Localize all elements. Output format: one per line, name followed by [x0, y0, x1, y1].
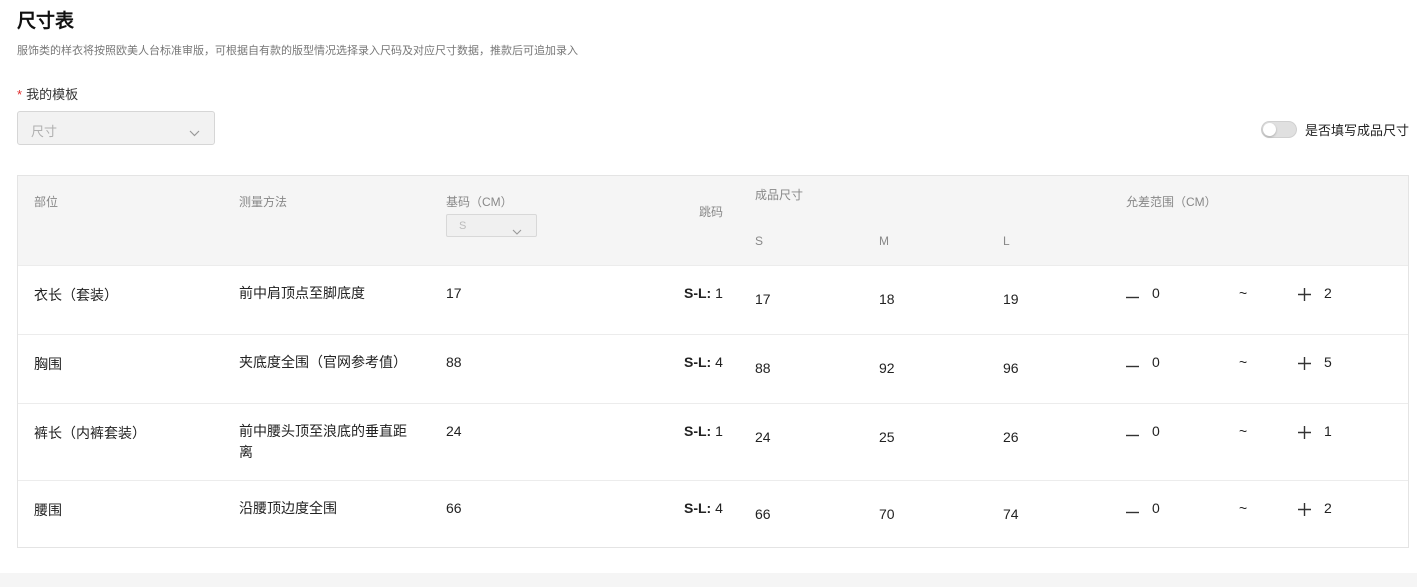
minus-icon[interactable]: [1126, 360, 1139, 378]
minus-icon[interactable]: [1126, 429, 1139, 447]
chevron-down-icon: [189, 124, 200, 142]
header-finished: 成品尺寸: [755, 188, 804, 202]
cell-size-l: 96: [1003, 360, 1019, 376]
header-jump: 跳码: [699, 205, 724, 219]
tolerance-minus-value: 0: [1152, 423, 1160, 439]
cell-size-s: 88: [755, 360, 771, 376]
cell-base: 66: [446, 500, 462, 516]
tolerance-plus-value: 2: [1324, 285, 1332, 301]
minus-icon[interactable]: [1126, 291, 1139, 309]
finished-size-toggle-label: 是否填写成品尺寸: [1304, 123, 1409, 138]
cell-jump: S-L: 4: [684, 500, 723, 516]
cell-jump: S-L: 1: [684, 285, 723, 301]
cell-size-m: 25: [879, 429, 895, 445]
tolerance-tilde: ~: [1239, 500, 1248, 516]
toggle-knob: [1262, 123, 1276, 136]
tolerance-plus-value: 2: [1324, 500, 1332, 516]
template-select[interactable]: 尺寸: [17, 111, 215, 145]
jump-value: 4: [715, 354, 723, 370]
cell-size-l: 19: [1003, 291, 1019, 307]
cell-base: 24: [446, 423, 462, 439]
cell-size-s: 66: [755, 506, 771, 522]
cell-base: 88: [446, 354, 462, 370]
plus-icon[interactable]: [1298, 426, 1311, 444]
required-mark: *: [17, 87, 23, 102]
table-row: 裤长（内裤套装） 前中腰头顶至浪底的垂直距离 24 S-L: 1 24 25 2…: [18, 403, 1408, 480]
plus-icon[interactable]: [1298, 503, 1311, 521]
tolerance-plus-value: 5: [1324, 354, 1332, 370]
table-row: 胸围 夹底度全围（官网参考值） 88 S-L: 4 88 92 96 0 ~ 5: [18, 334, 1408, 403]
tolerance-tilde: ~: [1239, 285, 1248, 301]
jump-label: S-L:: [684, 285, 712, 301]
cell-method: 夹底度全围（官网参考值）: [239, 354, 407, 370]
cell-jump: S-L: 1: [684, 423, 723, 439]
cell-size-s: 17: [755, 291, 771, 307]
cell-base: 17: [446, 285, 462, 301]
cell-method: 前中肩顶点至脚底度: [239, 285, 365, 301]
cell-size-m: 70: [879, 506, 895, 522]
finished-size-toggle[interactable]: [1260, 121, 1297, 138]
base-size-select-value: S: [459, 220, 467, 232]
cell-method: 沿腰顶边度全围: [239, 500, 337, 516]
tolerance-tilde: ~: [1239, 354, 1248, 370]
plus-icon[interactable]: [1298, 288, 1311, 306]
cell-size-l: 26: [1003, 429, 1019, 445]
cell-size-l: 74: [1003, 506, 1019, 522]
header-size-s: S: [755, 234, 764, 248]
cell-jump: S-L: 4: [684, 354, 723, 370]
table-row: 衣长（套装） 前中肩顶点至脚底度 17 S-L: 1 17 18 19 0 ~ …: [18, 265, 1408, 334]
plus-icon[interactable]: [1298, 357, 1311, 375]
cell-part: 衣长（套装）: [34, 287, 118, 303]
header-base: 基码（CM）: [446, 195, 513, 209]
jump-label: S-L:: [684, 500, 712, 516]
cell-part: 裤长（内裤套装）: [34, 425, 146, 441]
header-part: 部位: [34, 195, 59, 209]
template-field-label: * 我的模板: [17, 84, 78, 103]
cell-size-m: 92: [879, 360, 895, 376]
cell-part: 腰围: [34, 502, 62, 518]
size-table: 部位 测量方法 基码（CM） S 跳码 成品尺寸 S M L 允差范围（CM） …: [17, 175, 1409, 548]
jump-value: 1: [715, 423, 723, 439]
header-size-l: L: [1003, 234, 1010, 248]
page-subtitle: 服饰类的样衣将按照欧美人台标准审版，可根据自有款的版型情况选择录入尺码及对应尺寸…: [17, 45, 578, 57]
tolerance-minus-value: 0: [1152, 354, 1160, 370]
jump-label: S-L:: [684, 354, 712, 370]
page-title: 尺寸表: [17, 11, 75, 32]
minus-icon[interactable]: [1126, 506, 1139, 524]
cell-size-m: 18: [879, 291, 895, 307]
tolerance-minus-value: 0: [1152, 285, 1160, 301]
cell-size-s: 24: [755, 429, 771, 445]
tolerance-minus-value: 0: [1152, 500, 1160, 516]
jump-label: S-L:: [684, 423, 712, 439]
table-row: 腰围 沿腰顶边度全围 66 S-L: 4 66 70 74 0 ~ 2: [18, 480, 1408, 547]
tolerance-tilde: ~: [1239, 423, 1248, 439]
template-select-value: 尺寸: [31, 124, 58, 139]
header-tolerance: 允差范围（CM）: [1126, 195, 1217, 209]
jump-value: 1: [715, 285, 723, 301]
chevron-down-icon: [512, 222, 522, 240]
jump-value: 4: [715, 500, 723, 516]
base-size-select[interactable]: S: [446, 214, 537, 237]
table-header: 部位 测量方法 基码（CM） S 跳码 成品尺寸 S M L 允差范围（CM）: [18, 176, 1408, 265]
cell-part: 胸围: [34, 356, 62, 372]
page-footer-strip: [0, 573, 1417, 587]
cell-method: 前中腰头顶至浪底的垂直距离: [239, 423, 407, 460]
header-size-m: M: [879, 234, 889, 248]
finished-size-toggle-group: 是否填写成品尺寸: [1260, 120, 1409, 139]
header-method: 测量方法: [239, 195, 288, 209]
tolerance-plus-value: 1: [1324, 423, 1332, 439]
template-label-text: 我的模板: [26, 87, 79, 102]
